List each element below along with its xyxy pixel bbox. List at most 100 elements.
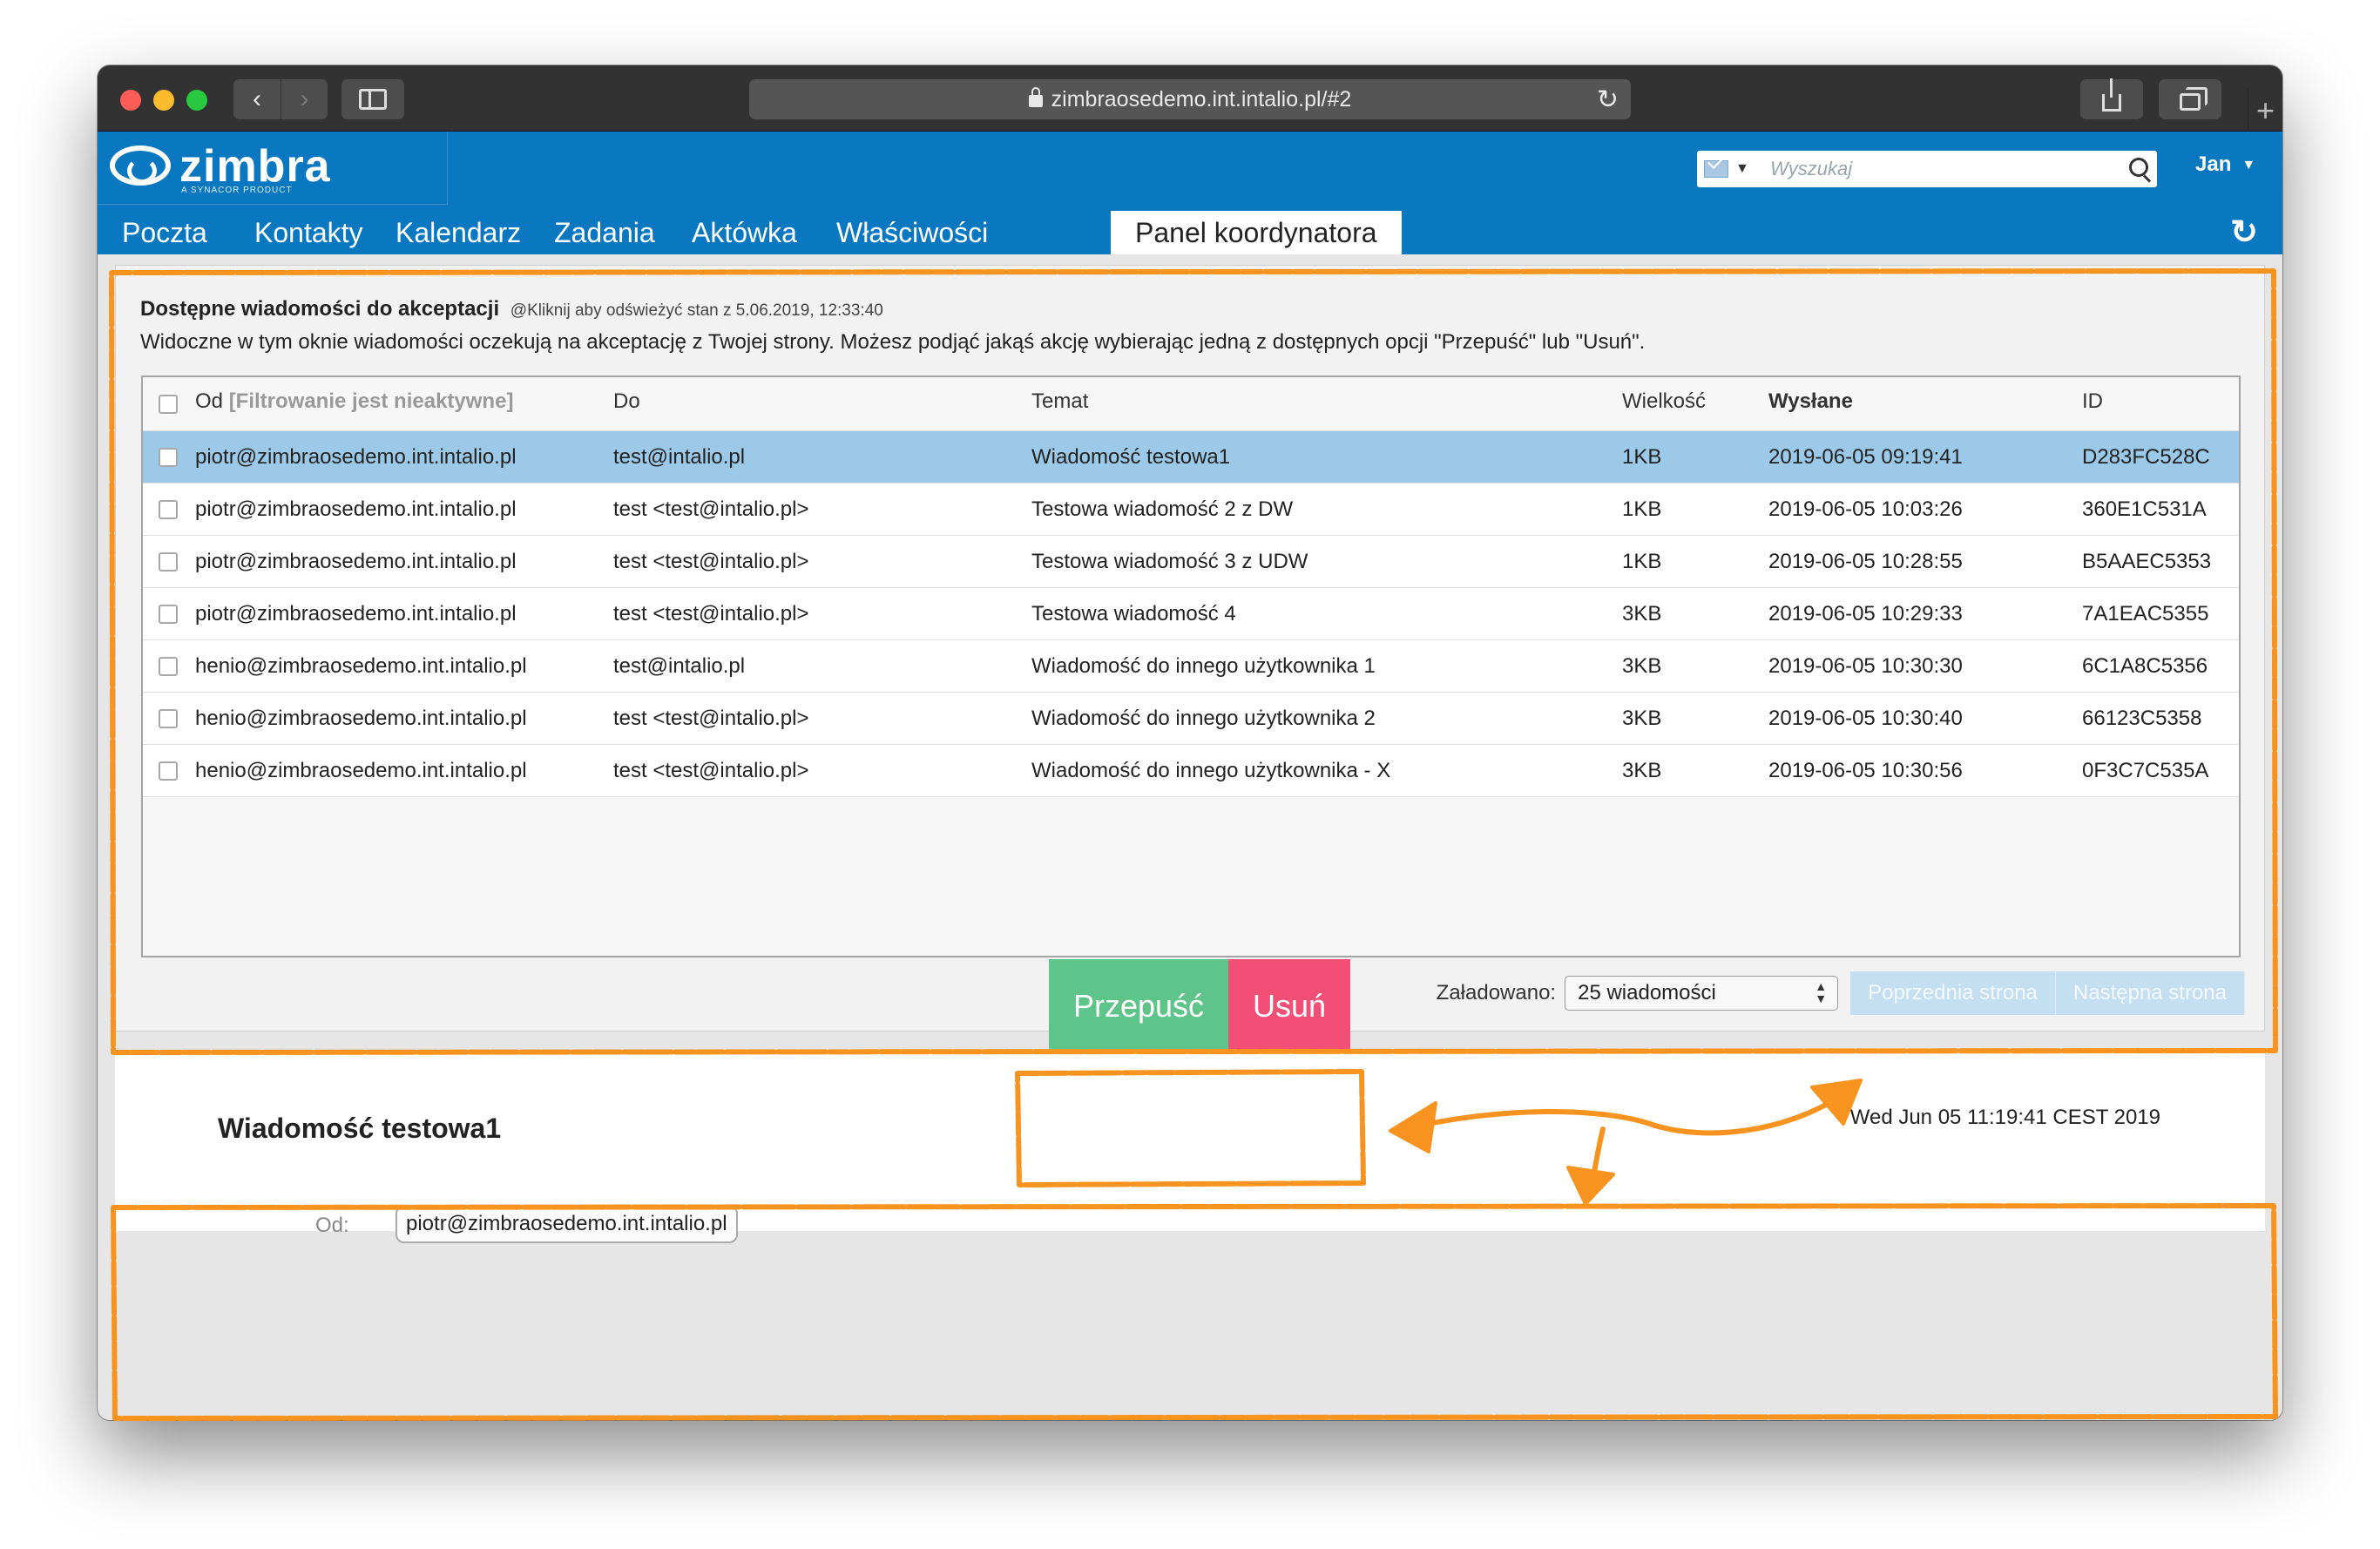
reload-icon[interactable]: ↻ [1597, 85, 1619, 115]
cell-from: henio@zimbraosedemo.int.intalio.pl [195, 759, 527, 782]
column-id[interactable]: ID [2082, 389, 2103, 414]
cell-to: test <test@intalio.pl> [613, 497, 809, 521]
cell-to: test <test@intalio.pl> [613, 550, 809, 573]
cell-sent: 2019-06-05 10:03:26 [1768, 497, 1963, 521]
table-row[interactable]: henio@zimbraosedemo.int.intalio.pl test@i… [143, 640, 2239, 693]
cell-size: 3KB [1622, 602, 1662, 626]
share-icon [2102, 78, 2121, 112]
row-checkbox[interactable] [159, 761, 178, 781]
cell-to: test@intalio.pl [613, 445, 746, 469]
row-checkbox[interactable] [159, 605, 178, 624]
share-button[interactable] [2080, 78, 2143, 119]
table-row[interactable]: piotr@zimbraosedemo.int.intalio.pl test@i… [143, 431, 2239, 484]
browser-toolbar: ‹ › zimbraosedemo.int.intalio.pl/#2 ↻ + [98, 65, 2282, 132]
select-all-checkbox[interactable] [159, 395, 178, 414]
table-row[interactable]: henio@zimbraosedemo.int.intalio.pl test <… [143, 745, 2239, 797]
forward-button[interactable]: › [281, 79, 328, 119]
lock-icon [1028, 87, 1043, 107]
cell-id: 6C1A8C5356 [2082, 654, 2208, 678]
cell-subject: Testowa wiadomość 4 [1031, 602, 1236, 626]
next-page-button[interactable]: Następna strona [2055, 971, 2245, 1015]
app-header: zimbra A SYNACOR PRODUCT ▼ Jan ▼ Poczta K… [98, 132, 2282, 254]
cell-subject: Wiadomość do innego użytkownika 1 [1031, 654, 1376, 678]
show-tabs-button[interactable] [2159, 79, 2221, 119]
cell-id: 360E1C531A [2082, 497, 2207, 521]
chevron-down-icon: ▼ [1735, 161, 1749, 176]
search-type-dropdown[interactable]: ▼ [1704, 158, 1753, 180]
row-checkbox[interactable] [159, 657, 178, 676]
cell-sent: 2019-06-05 10:30:30 [1768, 654, 1963, 678]
page-size-select[interactable]: 25 wiadomości ▲ ▼ [1565, 976, 1839, 1011]
logo-text: zimbra [179, 141, 331, 192]
accept-button[interactable]: Przepuść [1049, 959, 1228, 1053]
table-header: Od [Filtrowanie jest nieaktywne] Do Tema… [143, 377, 2239, 431]
tab-kontakty[interactable]: Kontakty [230, 211, 388, 254]
row-checkbox[interactable] [159, 500, 178, 519]
cell-subject: Wiadomość testowa1 [1031, 445, 1231, 469]
previous-page-button[interactable]: Poprzednia strona [1850, 971, 2056, 1015]
tabs-icon [2180, 87, 2208, 111]
history-nav: ‹ › [233, 79, 328, 119]
cell-size: 3KB [1622, 707, 1662, 730]
browser-window: ‹ › zimbraosedemo.int.intalio.pl/#2 ↻ + … [98, 65, 2282, 1420]
search-input[interactable] [1770, 154, 2110, 184]
tab-zadania[interactable]: Zadania [530, 211, 680, 254]
search-icon[interactable] [2129, 158, 2148, 177]
cell-to: test <test@intalio.pl> [613, 707, 809, 730]
messages-table: Od [Filtrowanie jest nieaktywne] Do Tema… [141, 375, 2241, 957]
panel-header: Dostępne wiadomości do akceptacji @Klikn… [140, 297, 883, 321]
select-arrows-icon: ▲ ▼ [1815, 979, 1828, 1005]
refresh-icon[interactable]: ↻ [2230, 213, 2258, 252]
row-checkbox[interactable] [159, 448, 178, 467]
refresh-status-link[interactable]: @Kliknij aby odświeżyć stan z 5.06.2019,… [510, 301, 883, 320]
new-tab-button[interactable]: + [2248, 90, 2282, 132]
message-preview: Wiadomość testowa1 Wed Jun 05 11:19:41 C… [115, 1050, 2265, 1243]
delete-button[interactable]: Usuń [1228, 959, 1350, 1053]
preview-subject: Wiadomość testowa1 [218, 1113, 502, 1144]
cell-from: piotr@zimbraosedemo.int.intalio.pl [195, 550, 517, 573]
close-window-button[interactable] [120, 90, 141, 111]
zimbra-logo[interactable]: zimbra A SYNACOR PRODUCT [98, 132, 448, 205]
cell-from: henio@zimbraosedemo.int.intalio.pl [195, 654, 527, 678]
cell-to: test <test@intalio.pl> [613, 759, 809, 782]
zoom-window-button[interactable] [186, 90, 207, 111]
mail-icon [1704, 160, 1728, 178]
column-from[interactable]: Od [Filtrowanie jest nieaktywne] [195, 389, 513, 414]
tab-panel-koordynatora[interactable]: Panel koordynatora [1111, 211, 1402, 254]
sidebar-toggle-button[interactable] [341, 79, 404, 119]
cell-sent: 2019-06-05 10:30:56 [1768, 759, 1963, 782]
table-row[interactable]: henio@zimbraosedemo.int.intalio.pl test <… [143, 693, 2239, 745]
table-row[interactable]: piotr@zimbraosedemo.int.intalio.pl test <… [143, 484, 2239, 536]
tab-kalendarz[interactable]: Kalendarz [371, 211, 545, 254]
cell-subject: Testowa wiadomość 3 z UDW [1031, 550, 1308, 573]
cell-id: 66123C5358 [2082, 707, 2202, 730]
app-tabs: Poczta Kontakty Kalendarz Zadania Aktówk… [98, 204, 2282, 254]
cell-sent: 2019-06-05 09:19:41 [1768, 445, 1963, 469]
preview-from-address[interactable]: piotr@zimbraosedemo.int.intalio.pl [396, 1205, 738, 1243]
back-button[interactable]: ‹ [233, 79, 281, 119]
table-row[interactable]: piotr@zimbraosedemo.int.intalio.pl test <… [143, 588, 2239, 640]
filter-status: [Filtrowanie jest nieaktywne] [228, 389, 514, 413]
preview-from-label: Od: [315, 1214, 349, 1237]
user-name: Jan [2195, 152, 2232, 176]
cell-to: test@intalio.pl [613, 654, 746, 678]
table-row[interactable]: piotr@zimbraosedemo.int.intalio.pl test <… [143, 536, 2239, 588]
logo-subtitle: A SYNACOR PRODUCT [181, 186, 293, 195]
tab-wlasciwosci[interactable]: Właściwości [812, 211, 1012, 254]
column-to[interactable]: Do [613, 389, 640, 414]
user-menu[interactable]: Jan ▼ [2195, 152, 2255, 177]
row-checkbox[interactable] [159, 552, 178, 572]
row-checkbox[interactable] [159, 709, 178, 728]
cell-from: piotr@zimbraosedemo.int.intalio.pl [195, 445, 517, 469]
column-subject[interactable]: Temat [1031, 389, 1088, 414]
column-size[interactable]: Wielkość [1622, 389, 1706, 414]
cell-subject: Testowa wiadomość 2 z DW [1031, 497, 1294, 521]
tab-aktowka[interactable]: Aktówka [667, 211, 822, 254]
cell-id: B5AAEC5353 [2082, 550, 2212, 573]
address-bar[interactable]: zimbraosedemo.int.intalio.pl/#2 ↻ [749, 79, 1631, 119]
minimize-window-button[interactable] [153, 90, 174, 111]
cell-to: test <test@intalio.pl> [613, 602, 809, 626]
column-sent[interactable]: Wysłane [1768, 389, 1853, 414]
tab-poczta[interactable]: Poczta [98, 211, 232, 254]
cell-id: D283FC528C [2082, 445, 2210, 469]
